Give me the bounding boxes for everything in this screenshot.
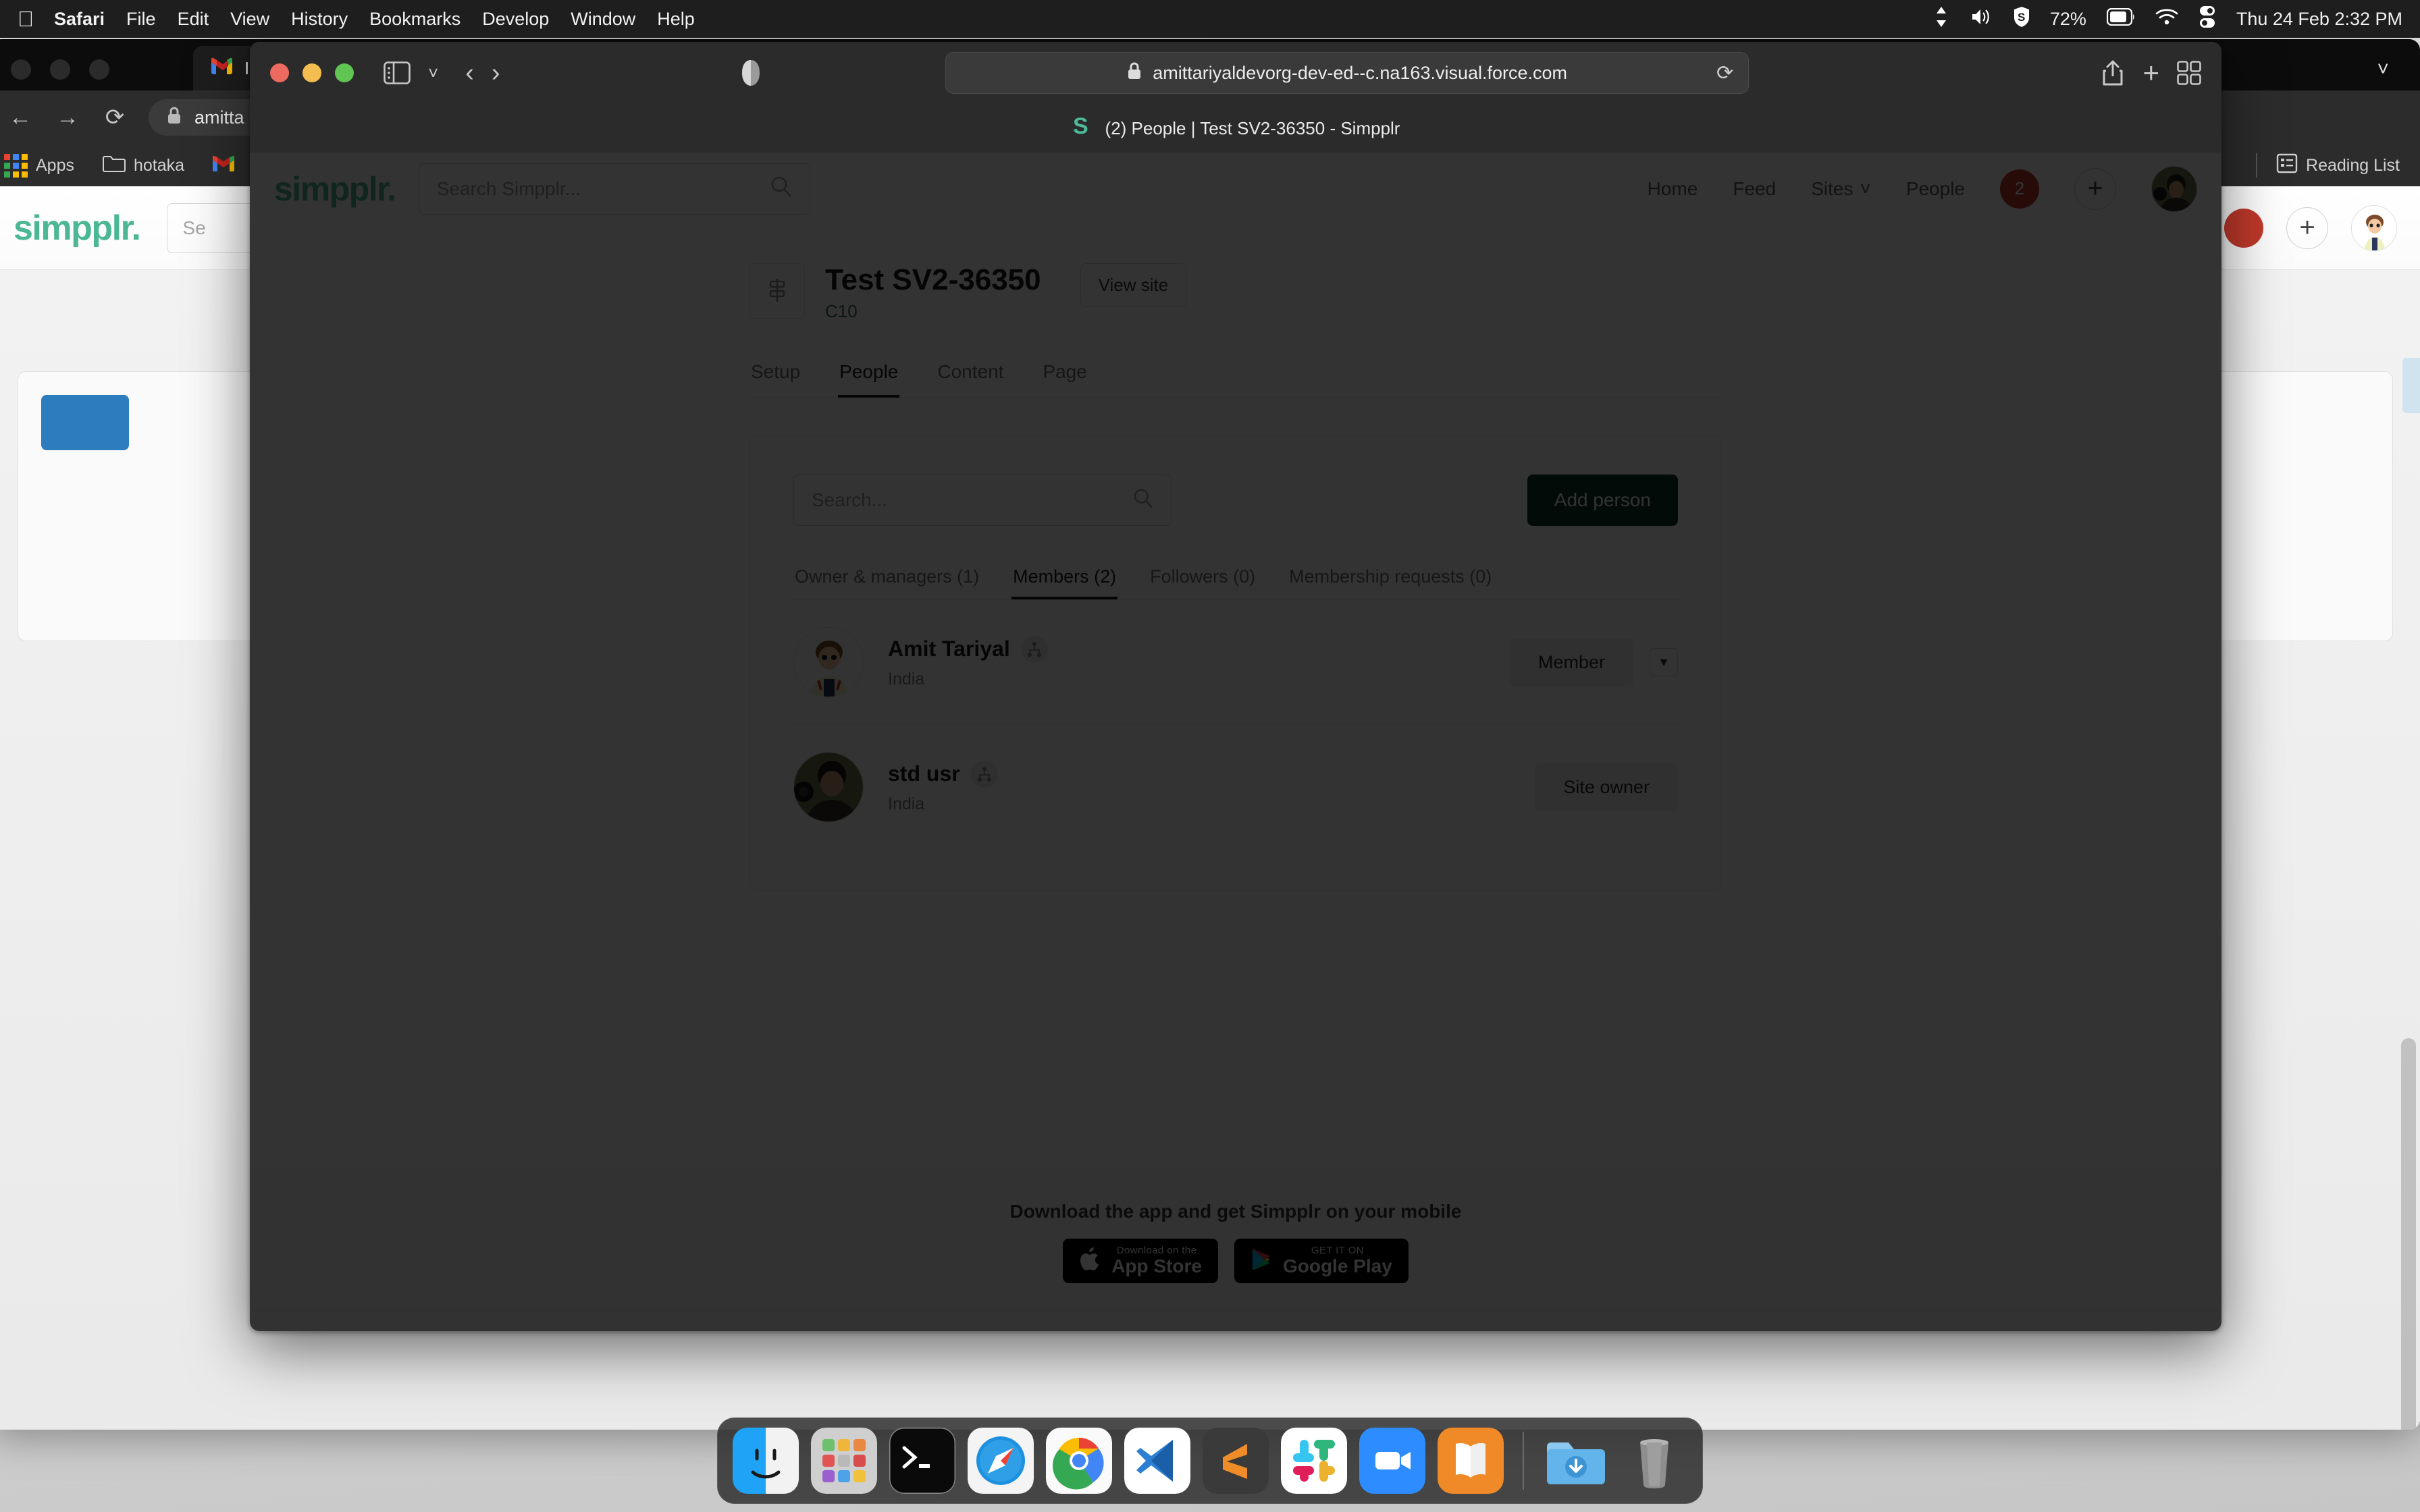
vscode-icon[interactable] [1124, 1428, 1190, 1494]
svg-text:S: S [2018, 11, 2025, 24]
safari-tab-title: (2) People | Test SV2-36350 - Simpplr [1105, 118, 1400, 139]
safari-reload-icon[interactable]: ⟳ [1716, 61, 1733, 85]
shield-icon[interactable]: S [2014, 6, 2030, 32]
reading-list-label: Reading List [2306, 156, 2400, 176]
menu-view[interactable]: View [230, 9, 269, 30]
slack-icon[interactable] [1281, 1428, 1347, 1494]
menubar-clock[interactable]: Thu 24 Feb 2:32 PM [2236, 9, 2402, 30]
privacy-report-icon[interactable] [741, 59, 761, 86]
safari-browser-window[interactable]: ˅ ‹ › amittariyaldevorg-dev-ed--c.na163.… [250, 42, 2221, 1331]
chrome-url-text: amitta [194, 107, 244, 128]
background-user-avatar[interactable] [2351, 205, 2397, 251]
downloads-folder-icon[interactable] [1543, 1428, 1609, 1494]
trash-icon[interactable] [1621, 1428, 1687, 1494]
menu-help[interactable]: Help [657, 9, 695, 30]
safari-minimize-button[interactable] [302, 63, 321, 82]
books-icon[interactable] [1438, 1428, 1504, 1494]
page-scrollbar[interactable] [2401, 1038, 2416, 1430]
bookmark-apps-label: Apps [36, 156, 74, 176]
modal-overlay[interactable] [250, 153, 2221, 1331]
chrome-tab-search-chevron-icon[interactable]: ˅ [2377, 58, 2389, 81]
reading-list-icon [2276, 153, 2298, 179]
bookmarks-divider [2256, 153, 2257, 178]
menu-safari[interactable]: Safari [54, 9, 105, 30]
lock-icon [166, 106, 182, 130]
control-center-icon[interactable] [1932, 5, 1950, 33]
chrome-window-controls[interactable] [11, 59, 109, 80]
gmail-icon [211, 57, 234, 80]
bookmark-apps[interactable]: Apps [4, 154, 74, 178]
safari-lock-icon [1127, 62, 1142, 84]
bookmark-hotaka[interactable]: hotaka [103, 155, 184, 177]
menu-file[interactable]: File [126, 9, 156, 30]
menu-window[interactable]: Window [571, 9, 635, 30]
folder-icon [103, 155, 126, 177]
sidebar-toggle-icon[interactable] [384, 61, 411, 84]
background-search-placeholder: Se [182, 217, 205, 239]
reading-list-button[interactable]: Reading List [2276, 153, 2400, 179]
chrome-zoom-button[interactable] [89, 59, 109, 80]
zoom-icon[interactable] [1359, 1428, 1425, 1494]
menu-edit[interactable]: Edit [178, 9, 209, 30]
chrome-close-button[interactable] [11, 59, 31, 80]
back-arrow-icon[interactable]: ← [7, 105, 34, 131]
new-tab-plus-icon[interactable]: + [2142, 57, 2159, 89]
tab-overview-icon[interactable] [2177, 61, 2201, 85]
safari-url-text: amittariyaldevorg-dev-ed--c.na163.visual… [1153, 63, 1567, 84]
wifi-icon[interactable] [2155, 8, 2178, 30]
sidebar-dropdown-chevron-icon[interactable]: ˅ [428, 63, 438, 84]
safari-icon[interactable] [968, 1428, 1034, 1494]
safari-tab-strip[interactable]: S (2) People | Test SV2-36350 - Simpplr [250, 104, 2221, 153]
gmail-bookmark-icon [213, 155, 234, 176]
mac-dock [717, 1418, 1703, 1504]
apps-grid-icon [4, 154, 28, 178]
safari-forward-icon[interactable]: › [492, 59, 500, 88]
battery-percent-label: 72% [2050, 9, 2086, 30]
battery-icon[interactable] [2107, 8, 2135, 30]
volume-icon[interactable] [1970, 7, 1993, 32]
safari-window-controls[interactable] [270, 63, 354, 82]
reload-icon[interactable]: ⟳ [101, 104, 128, 131]
svg-text:S: S [1073, 115, 1088, 138]
safari-page-content: simpplr. Search Simpplr... Home Feed Sit… [250, 153, 2221, 1331]
launchpad-icon[interactable] [811, 1428, 877, 1494]
apple-menu-icon[interactable]:  [18, 9, 34, 29]
safari-address-bar[interactable]: amittariyaldevorg-dev-ed--c.na163.visual… [945, 52, 1749, 94]
menu-history[interactable]: History [291, 9, 348, 30]
menu-bookmarks[interactable]: Bookmarks [369, 9, 461, 30]
terminal-icon[interactable] [889, 1428, 955, 1494]
safari-back-icon[interactable]: ‹ [465, 59, 474, 88]
simpplr-favicon: S [1072, 115, 1095, 142]
background-card-blue-block [41, 395, 129, 450]
safari-zoom-button[interactable] [335, 63, 354, 82]
chrome-minimize-button[interactable] [50, 59, 70, 80]
background-simpplr-logo: simpplr. [14, 208, 140, 248]
share-icon[interactable] [2101, 59, 2125, 87]
chrome-icon[interactable] [1046, 1428, 1112, 1494]
dock-divider [1523, 1432, 1524, 1490]
menu-develop[interactable]: Develop [482, 9, 549, 30]
sublime-text-icon[interactable] [1203, 1428, 1269, 1494]
bookmark-hotaka-label: hotaka [134, 156, 184, 176]
side-feedback-tab[interactable] [2402, 358, 2420, 413]
safari-close-button[interactable] [270, 63, 289, 82]
finder-icon[interactable] [733, 1428, 799, 1494]
mac-menu-bar:  Safari File Edit View History Bookmark… [0, 0, 2420, 38]
forward-arrow-icon[interactable]: → [54, 105, 81, 131]
toggle-icon[interactable] [2199, 5, 2216, 33]
safari-toolbar: ˅ ‹ › amittariyaldevorg-dev-ed--c.na163.… [250, 42, 2221, 104]
background-add-button[interactable]: + [2286, 207, 2328, 249]
bookmark-gmail[interactable] [213, 155, 234, 176]
background-notification-badge[interactable] [2224, 209, 2263, 248]
